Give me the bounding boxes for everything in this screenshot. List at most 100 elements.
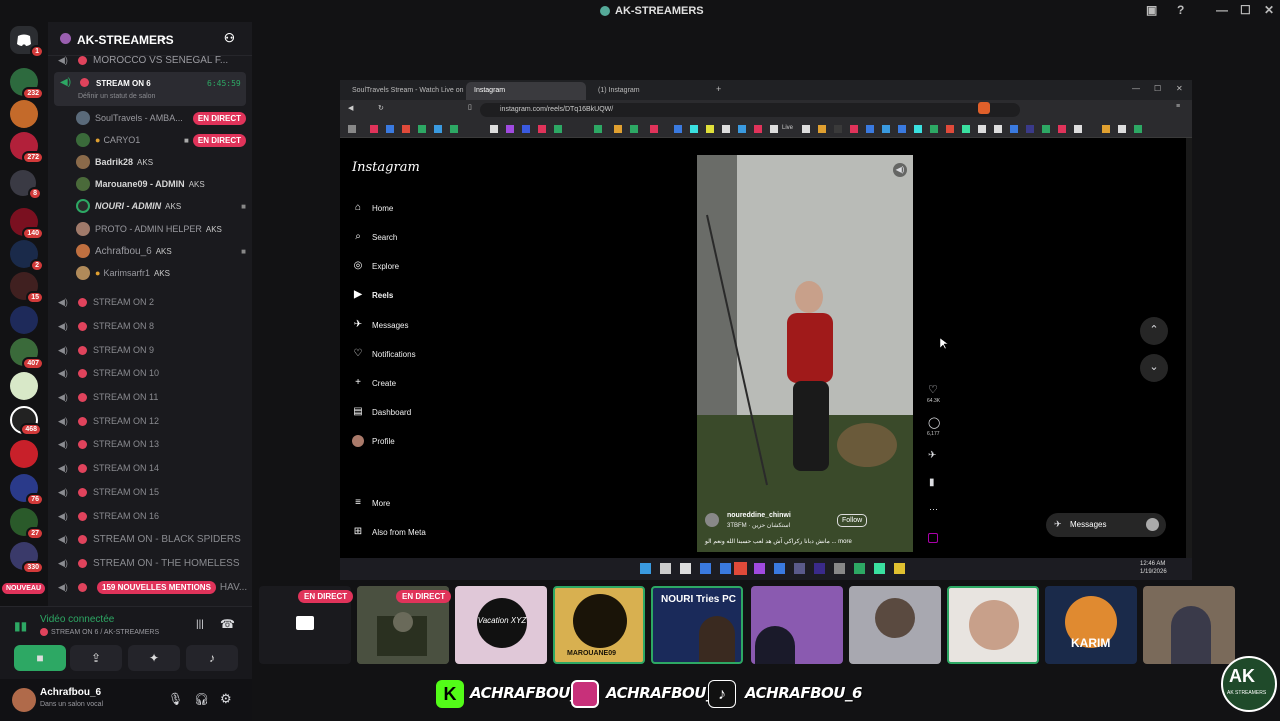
active-channel[interactable]: ◀) STREAM ON 6 6:45:59 Définir un statut… bbox=[54, 72, 246, 106]
headphones-icon[interactable]: 🎧︎ bbox=[194, 692, 209, 706]
follow-button[interactable]: Follow bbox=[837, 514, 868, 527]
messages-button[interactable]: ✈ Messages bbox=[1046, 513, 1166, 537]
nav-more[interactable]: ≡ More bbox=[352, 497, 390, 509]
channel-item[interactable]: ◀) 159 NOUVELLES MENTIONS HAV... bbox=[48, 576, 248, 598]
reel-audio[interactable]: 3TBFM · استكشان حزين bbox=[727, 522, 790, 529]
noise-icon[interactable]: ||| bbox=[196, 619, 204, 630]
menu-icon[interactable]: ≡ bbox=[1176, 103, 1180, 110]
reel-caption[interactable]: مانش دبانا ركراكي آش هد لعب حسبنا الله و… bbox=[705, 538, 852, 545]
share-icon[interactable]: ✈ bbox=[928, 450, 936, 461]
reload-icon[interactable]: ↻ bbox=[378, 104, 384, 112]
nav-messages[interactable]: ✈ Messages bbox=[352, 319, 409, 331]
server-icon-11[interactable] bbox=[10, 440, 38, 468]
like-icon[interactable]: ♡ bbox=[928, 383, 938, 396]
channel-item[interactable]: ◀) STREAM ON 13 bbox=[48, 433, 248, 455]
server-icon-1[interactable]: 232 bbox=[10, 68, 44, 100]
scrollbar[interactable] bbox=[1186, 138, 1192, 558]
close-button[interactable]: ✕ bbox=[1176, 84, 1183, 93]
stream-tile[interactable] bbox=[751, 586, 843, 664]
clock-time[interactable]: 12:46 AM bbox=[1140, 561, 1165, 567]
stream-tile[interactable] bbox=[849, 586, 941, 664]
server-icon-12[interactable]: 76 bbox=[10, 474, 44, 506]
server-icon-2[interactable] bbox=[10, 100, 38, 128]
voice-channel[interactable]: STREAM ON 6 / AK-STREAMERS bbox=[40, 628, 159, 636]
reel-username[interactable]: noureddine_chinwi bbox=[727, 512, 791, 519]
nav-dashboard[interactable]: ▤ Dashboard bbox=[352, 406, 411, 418]
more-options-icon[interactable]: ⋯ bbox=[929, 504, 938, 515]
server-icon-6[interactable]: 15 bbox=[10, 272, 44, 304]
channel-item[interactable]: ◀) STREAM ON 2 bbox=[48, 291, 248, 313]
server-icon-10[interactable]: 468 bbox=[10, 406, 42, 436]
help-icon[interactable]: ? bbox=[1177, 3, 1184, 17]
activities-button[interactable]: ✦ bbox=[128, 645, 180, 671]
browser-tab-active[interactable]: Instagram bbox=[466, 82, 586, 100]
channel-item[interactable]: ◀) MOROCCO VS SENEGAL F... bbox=[48, 49, 248, 71]
taskbar-apps[interactable] bbox=[636, 558, 936, 580]
voice-user[interactable]: ● CARYO1 ■ EN DIRECT bbox=[76, 129, 246, 151]
voice-user[interactable]: SoulTravels - AMBA... EN DIRECT bbox=[76, 107, 246, 129]
nav-explore[interactable]: ◎ Explore bbox=[352, 260, 400, 272]
channel-item[interactable]: ◀) STREAM ON 8 bbox=[48, 315, 248, 337]
maximize-button[interactable]: ☐ bbox=[1154, 84, 1161, 93]
stream-tile[interactable]: MAROUANE09 bbox=[553, 586, 645, 664]
browser-tab[interactable]: (1) Instagram bbox=[590, 82, 710, 100]
disconnect-icon[interactable]: ☎ bbox=[220, 617, 235, 631]
server-icon-3[interactable]: 272 bbox=[10, 132, 44, 164]
discord-home-icon[interactable]: 1 bbox=[10, 26, 44, 58]
previous-reel-button[interactable]: ⌃ bbox=[1140, 317, 1168, 345]
inbox-icon[interactable]: ▣ bbox=[1146, 3, 1157, 17]
microphone-icon[interactable]: 🎙︎ bbox=[168, 692, 183, 706]
channel-item[interactable]: ◀) STREAM ON 9 bbox=[48, 339, 248, 361]
back-icon[interactable]: ◀ bbox=[348, 104, 353, 112]
channel-status[interactable]: Définir un statut de salon bbox=[78, 93, 155, 100]
channel-item[interactable]: ◀) STREAM ON 15 bbox=[48, 481, 248, 503]
voice-user[interactable]: PROTO - ADMIN HELPER AKS bbox=[76, 218, 246, 240]
screen-share-button[interactable]: ⇪ bbox=[70, 645, 122, 671]
minimize-button[interactable]: — bbox=[1216, 3, 1228, 17]
stream-tile[interactable]: Vacation XYZ bbox=[455, 586, 547, 664]
channel-item[interactable]: ◀) STREAM ON 12 bbox=[48, 410, 248, 432]
voice-user[interactable]: NOURI - ADMIN AKS ■ bbox=[76, 195, 246, 217]
server-icon-13[interactable]: 27 bbox=[10, 508, 44, 540]
browser-tab[interactable]: SoulTravels Stream - Watch Live on K bbox=[344, 82, 464, 100]
channel-item[interactable]: ◀) STREAM ON 16 bbox=[48, 505, 248, 527]
mute-icon[interactable]: ◀) bbox=[893, 163, 907, 177]
new-tab-icon[interactable]: + bbox=[716, 84, 721, 94]
stream-tile[interactable] bbox=[1143, 586, 1235, 664]
voice-user[interactable]: Badrik28 AKS bbox=[76, 151, 246, 173]
save-icon[interactable]: ▮ bbox=[929, 477, 935, 488]
voice-user[interactable]: ● Karimsarfr1 AKS bbox=[76, 262, 246, 284]
settings-gear-icon[interactable]: ⚙ bbox=[220, 691, 232, 707]
bookmark-icon[interactable]: ▯ bbox=[468, 103, 472, 111]
comment-icon[interactable]: ◯ bbox=[928, 416, 940, 429]
server-icon-7[interactable] bbox=[10, 306, 38, 334]
server-icon-5[interactable]: 2 bbox=[10, 240, 44, 272]
nav-reels[interactable]: ▶ Reels bbox=[352, 289, 393, 301]
avatar[interactable] bbox=[12, 688, 36, 712]
maximize-button[interactable]: ☐ bbox=[1240, 3, 1251, 17]
avatar[interactable] bbox=[705, 513, 719, 527]
nav-home[interactable]: ⌂ Home bbox=[352, 202, 393, 214]
stream-tile[interactable]: KARIM bbox=[1045, 586, 1137, 664]
server-icon-8[interactable]: 407 bbox=[10, 338, 44, 370]
server-folder-icon[interactable]: 8 bbox=[10, 170, 42, 200]
channel-item[interactable]: ◀) STREAM ON - THE HOMELESS bbox=[48, 552, 248, 574]
camera-button[interactable]: ■ bbox=[14, 645, 66, 671]
channel-item[interactable]: ◀) STREAM ON 14 bbox=[48, 457, 248, 479]
server-icon-14[interactable]: 330 bbox=[10, 542, 44, 574]
mentions-badge[interactable]: 159 NOUVELLES MENTIONS bbox=[97, 580, 216, 594]
reel-video[interactable]: ◀) noureddine_chinwi 3TBFM · استكشان حزي… bbox=[697, 155, 913, 552]
channel-item[interactable]: ◀) STREAM ON 11 bbox=[48, 386, 248, 408]
brave-shield-icon[interactable] bbox=[978, 102, 990, 114]
stream-tile[interactable] bbox=[947, 586, 1039, 664]
address-bar[interactable]: instagram.com/reels/DTq16BkUQW/ bbox=[480, 103, 1020, 117]
nav-search[interactable]: ⌕ Search bbox=[352, 231, 397, 243]
stream-tile[interactable]: NOURI Tries PC bbox=[651, 586, 743, 664]
bookmark-icons[interactable] bbox=[340, 120, 1192, 138]
next-reel-button[interactable]: ⌄ bbox=[1140, 354, 1168, 382]
nav-profile[interactable]: Profile bbox=[352, 435, 395, 447]
nav-create[interactable]: + Create bbox=[352, 377, 396, 389]
minimize-button[interactable]: — bbox=[1132, 84, 1140, 93]
clock-date[interactable]: 1/19/2026 bbox=[1140, 569, 1167, 575]
server-icon-4[interactable]: 140 bbox=[10, 208, 44, 240]
